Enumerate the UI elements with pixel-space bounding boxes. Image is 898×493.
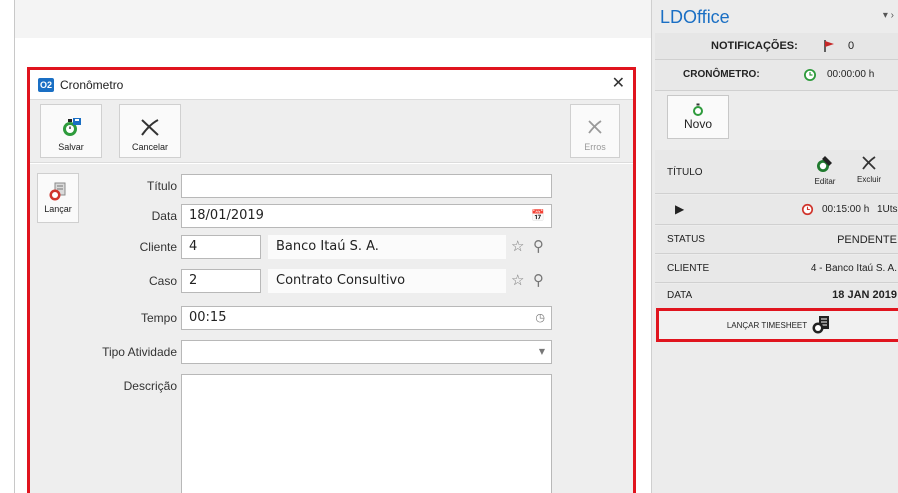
cliente-row: Cliente 4 Banco Itaú S. A. ☆ ⚲ xyxy=(30,235,633,259)
calendar-icon[interactable]: 📅 xyxy=(531,205,545,227)
data-info-row: DATA 18 JAN 2019 xyxy=(655,284,898,308)
cliente-code-input[interactable]: 4 xyxy=(181,235,261,259)
titulo-header-row: TÍTULO Editar Excluir xyxy=(655,150,898,194)
cliente-label: Cliente xyxy=(139,240,177,254)
cliente-info-value: 4 - Banco Itaú S. A. xyxy=(810,263,897,274)
dialog-toolbar: Salvar Cancelar Erros xyxy=(30,99,633,163)
titulo-label: Título xyxy=(146,179,177,193)
erros-label: Erros xyxy=(584,142,606,152)
edit-stopwatch-icon xyxy=(817,156,832,172)
workspace-divider xyxy=(14,0,15,493)
excluir-label: Excluir xyxy=(856,175,881,184)
erros-x-icon xyxy=(588,120,602,134)
cliente-name: Banco Itaú S. A. xyxy=(268,235,506,259)
erros-button[interactable]: Erros xyxy=(570,104,620,158)
tipo-atividade-label: Tipo Atividade xyxy=(102,345,177,359)
descricao-label: Descrição xyxy=(123,379,177,393)
outlook-app-icon: O2 xyxy=(38,77,54,92)
screen: O2 Cronômetro ✕ Salvar Cancelar Erros La… xyxy=(0,0,898,493)
chevron-down-icon[interactable]: ▼ xyxy=(539,341,545,363)
notificacoes-count: 0 xyxy=(848,40,855,52)
panel-title: LDOffice xyxy=(660,7,730,27)
tempo-label: Tempo xyxy=(140,311,177,325)
clock-icon[interactable]: ◷ xyxy=(535,307,545,329)
tempo-row: Tempo 00:15 ◷ xyxy=(30,306,633,330)
cliente-info-row: CLIENTE 4 - Banco Itaú S. A. xyxy=(655,255,898,283)
status-label: STATUS xyxy=(667,234,705,245)
data-value: 18/01/2019 xyxy=(189,208,264,223)
search-icon[interactable]: ⚲ xyxy=(533,235,544,259)
timer-entry-row: ▶ 00:15:00 h 1Uts xyxy=(655,195,898,225)
ldoffice-panel: LDOffice ▾ › NOTIFICAÇÕES: 0 CRONÔMETRO:… xyxy=(651,0,898,493)
entry-units: 1Uts xyxy=(877,204,898,215)
dialog-title: Cronômetro xyxy=(60,77,124,92)
dialog-form: Lançar Título Data 18/01/2019 📅 Cliente … xyxy=(30,164,633,493)
tempo-value: 00:15 xyxy=(189,310,227,325)
workspace-top-strip xyxy=(15,0,651,38)
panel-window-controls[interactable]: ▾ › xyxy=(883,10,894,21)
caso-label: Caso xyxy=(148,274,177,288)
flag-icon xyxy=(824,40,834,52)
data-info-label: DATA xyxy=(667,290,693,301)
tempo-input[interactable]: 00:15 ◷ xyxy=(181,306,552,330)
stopwatch-new-icon xyxy=(693,103,703,116)
green-clock-icon xyxy=(804,69,816,81)
star-icon[interactable]: ☆ xyxy=(511,235,524,259)
entry-time: 00:15:00 h xyxy=(822,204,870,215)
tipo-atividade-select[interactable]: ▼ xyxy=(181,340,552,364)
salvar-button[interactable]: Salvar xyxy=(40,104,102,158)
tipo-atividade-row: Tipo Atividade ▼ xyxy=(30,340,633,364)
stopwatch-save-icon xyxy=(63,118,81,136)
titulo-header: TÍTULO xyxy=(667,167,703,178)
close-icon[interactable]: ✕ xyxy=(612,76,625,92)
cliente-info-label: CLIENTE xyxy=(667,263,710,274)
data-input[interactable]: 18/01/2019 📅 xyxy=(181,204,552,228)
titulo-input[interactable] xyxy=(181,174,552,198)
star-icon[interactable]: ☆ xyxy=(511,269,524,293)
salvar-label: Salvar xyxy=(58,142,84,152)
red-clock-icon xyxy=(801,203,814,216)
cancelar-button[interactable]: Cancelar xyxy=(119,104,181,158)
caso-row: Caso 2 Contrato Consultivo ☆ ⚲ xyxy=(30,269,633,293)
notificacoes-label: NOTIFICAÇÕES: xyxy=(711,40,798,52)
descricao-textarea[interactable] xyxy=(181,374,552,493)
status-value: PENDENTE xyxy=(837,234,897,246)
search-icon[interactable]: ⚲ xyxy=(533,269,544,293)
cronometro-time: 00:00:00 h xyxy=(827,69,875,80)
caso-code-input[interactable]: 2 xyxy=(181,269,261,293)
cronometro-dialog: O2 Cronômetro ✕ Salvar Cancelar Erros La… xyxy=(27,67,636,493)
cronometro-label: CRONÔMETRO: xyxy=(683,69,760,80)
cancel-x-icon xyxy=(141,119,159,136)
data-row: Data 18/01/2019 📅 xyxy=(30,204,633,228)
timesheet-stopwatch-icon xyxy=(812,316,830,334)
cancelar-label: Cancelar xyxy=(131,142,169,152)
notificacoes-row[interactable]: NOTIFICAÇÕES: 0 xyxy=(655,33,898,60)
caso-name: Contrato Consultivo xyxy=(268,269,506,293)
status-row: STATUS PENDENTE xyxy=(655,226,898,254)
play-icon[interactable]: ▶ xyxy=(675,202,684,216)
editar-button[interactable]: Editar xyxy=(811,154,839,186)
novo-label: Novo xyxy=(683,117,712,131)
cronometro-row: CRONÔMETRO: 00:00:00 h xyxy=(655,60,898,91)
data-label: Data xyxy=(151,209,177,223)
excluir-button[interactable]: Excluir xyxy=(854,154,884,184)
novo-button[interactable]: Novo xyxy=(667,95,729,139)
dialog-titlebar: O2 Cronômetro ✕ xyxy=(30,70,633,99)
descricao-row: Descrição xyxy=(30,374,633,493)
titulo-row: Título xyxy=(30,174,633,198)
editar-label: Editar xyxy=(814,177,836,186)
delete-x-icon xyxy=(862,156,876,170)
data-info-value: 18 JAN 2019 xyxy=(832,289,897,301)
lancar-timesheet-label: LANÇAR TIMESHEET xyxy=(726,320,808,330)
lancar-timesheet-button[interactable]: LANÇAR TIMESHEET xyxy=(656,308,898,342)
